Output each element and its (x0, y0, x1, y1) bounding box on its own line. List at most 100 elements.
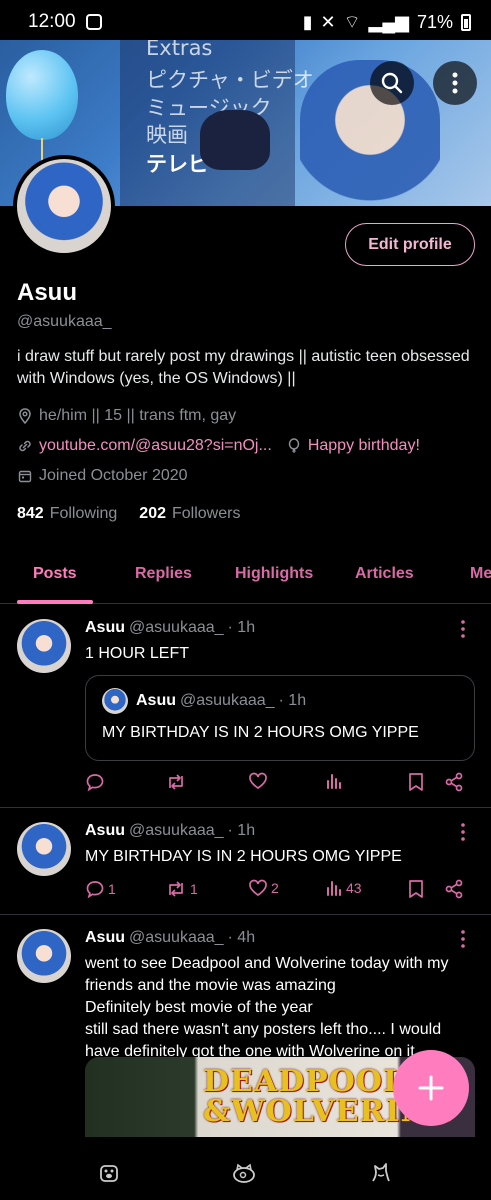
more-vertical-icon (461, 930, 465, 948)
following-count: 842 (17, 505, 44, 522)
bookmark-button[interactable] (408, 772, 424, 792)
profile-bio: i draw stuff but rarely post my drawings… (17, 348, 470, 387)
reply-button[interactable]: 1 (85, 879, 116, 899)
quoted-post-avatar (102, 688, 128, 714)
quoted-post-text: MY BIRTHDAY IS IN 2 HOURS OMG YIPPE (102, 724, 419, 741)
bookmark-icon (409, 880, 423, 898)
post-more-button[interactable] (455, 929, 471, 949)
reply-button[interactable] (85, 772, 105, 792)
post-more-button[interactable] (455, 619, 471, 639)
tab-highlights[interactable]: Highlights (235, 565, 313, 583)
profile-handle: @asuukaaa_ (17, 313, 112, 330)
post-header: Asuu @asuukaaa_ · 1h (85, 619, 255, 637)
heart-icon (249, 879, 267, 897)
following-link[interactable]: 842 Following (17, 505, 117, 523)
profile-name: Asuu (17, 279, 77, 306)
repost-button[interactable]: 1 (165, 879, 198, 899)
view-count: 43 (346, 880, 362, 896)
tab-posts[interactable]: Posts (33, 565, 77, 583)
more-options-button[interactable] (433, 61, 477, 105)
post-actions: 1 1 2 43 (85, 879, 470, 901)
nav-notifications[interactable] (367, 1160, 395, 1186)
views-button[interactable]: 43 (325, 879, 362, 897)
profile-link[interactable]: youtube.com/@asuu28?si=nOj... (39, 437, 272, 455)
post-author-name[interactable]: Asuu (85, 822, 125, 839)
bottom-navigation (0, 1144, 491, 1200)
edit-profile-button[interactable]: Edit profile (345, 223, 475, 266)
post-header: Asuu @asuukaaa_ · 1h (85, 822, 255, 840)
compose-post-button[interactable] (393, 1050, 469, 1126)
instagram-notification-icon (85, 14, 102, 30)
nav-home[interactable] (95, 1160, 123, 1186)
banner-menu-item: 映画 (146, 123, 188, 147)
post-header: Asuu @asuukaaa_ · 4h (85, 929, 255, 947)
link-birthday-row: youtube.com/@asuu28?si=nOj... Happy birt… (17, 437, 420, 455)
like-count: 2 (271, 880, 279, 896)
post-avatar[interactable] (17, 822, 71, 876)
quoted-post-time: · 1h (278, 692, 307, 709)
post[interactable]: Asuu @asuukaaa_ · 1h 1 HOUR LEFT Asuu @asuu… (0, 605, 491, 808)
post-more-button[interactable] (455, 822, 471, 842)
birthday-text[interactable]: Happy birthday! (308, 437, 420, 455)
quoted-author-handle: @asuukaaa_ (180, 692, 275, 709)
banner-menu-item: ピクチャ・ビデオ (146, 68, 314, 92)
repost-count: 1 (190, 881, 198, 897)
like-button[interactable]: 2 (248, 879, 279, 897)
reply-icon (86, 881, 104, 899)
post-avatar[interactable] (17, 619, 71, 673)
location-row: he/him || 15 || trans ftm, gay (17, 407, 236, 425)
post-author-name[interactable]: Asuu (85, 929, 125, 946)
post-text-line: Definitely best movie of the year (85, 999, 313, 1016)
bookmark-button[interactable] (408, 879, 424, 899)
search-icon (381, 72, 403, 94)
cat-graphic (200, 110, 270, 170)
post-time: · 1h (227, 822, 256, 839)
tab-media[interactable]: Me (470, 565, 491, 583)
follow-stats: 842 Following 202 Followers (17, 505, 240, 523)
bookmark-icon (409, 773, 423, 791)
post-avatar[interactable] (17, 929, 71, 983)
views-button[interactable] (325, 772, 343, 790)
signal-icon: ▂▄▆ (368, 11, 409, 32)
post-text-line: friends and the movie was amazing (85, 977, 336, 994)
active-tab-indicator (17, 600, 93, 604)
share-button[interactable] (444, 772, 464, 792)
analytics-icon (327, 774, 341, 789)
followers-link[interactable]: 202 Followers (139, 505, 240, 523)
wifi-icon: ⌔ (343, 11, 361, 32)
repost-button[interactable] (165, 772, 187, 792)
post-text-line: went to see Deadpool and Wolverine today… (85, 955, 449, 972)
battery-percent: 71% (416, 11, 453, 32)
share-button[interactable] (444, 879, 464, 899)
followers-count: 202 (139, 505, 166, 522)
share-icon (445, 879, 463, 899)
tab-replies[interactable]: Replies (135, 565, 192, 583)
post-author-name[interactable]: Asuu (85, 619, 125, 636)
status-bar: 12:00 ▮ ✕ ⌔ ▂▄▆ 71% (0, 0, 491, 44)
more-vertical-icon (461, 823, 465, 841)
followers-label: Followers (172, 505, 241, 522)
quoted-author-name: Asuu (136, 692, 176, 709)
quoted-post[interactable]: Asuu @asuukaaa_ · 1h MY BIRTHDAY IS IN 2 H… (85, 675, 475, 761)
link-icon (17, 438, 33, 454)
post-author-handle: @asuukaaa_ (129, 822, 224, 839)
cat-notification-icon (372, 1163, 390, 1182)
tab-articles[interactable]: Articles (355, 565, 414, 583)
mute-icon: ✕ (320, 11, 336, 32)
analytics-icon (327, 881, 341, 896)
more-vertical-icon (461, 620, 465, 638)
post[interactable]: Asuu @asuukaaa_ · 1h MY BIRTHDAY IS IN 2 H… (0, 808, 491, 915)
joined-row: Joined October 2020 (17, 467, 188, 485)
post-time: · 1h (227, 619, 256, 636)
post-text: went to see Deadpool and Wolverine today… (85, 953, 470, 1057)
search-button[interactable] (370, 61, 414, 105)
battery-icon (461, 13, 471, 31)
share-icon (445, 772, 463, 792)
like-button[interactable] (248, 772, 268, 790)
profile-avatar[interactable] (13, 155, 115, 257)
nav-search[interactable] (230, 1160, 258, 1186)
profile-tabs: Posts Replies Highlights Articles Me (0, 548, 491, 604)
status-time: 12:00 (28, 11, 76, 32)
more-vertical-icon (452, 72, 458, 94)
location-text: he/him || 15 || trans ftm, gay (39, 407, 237, 424)
